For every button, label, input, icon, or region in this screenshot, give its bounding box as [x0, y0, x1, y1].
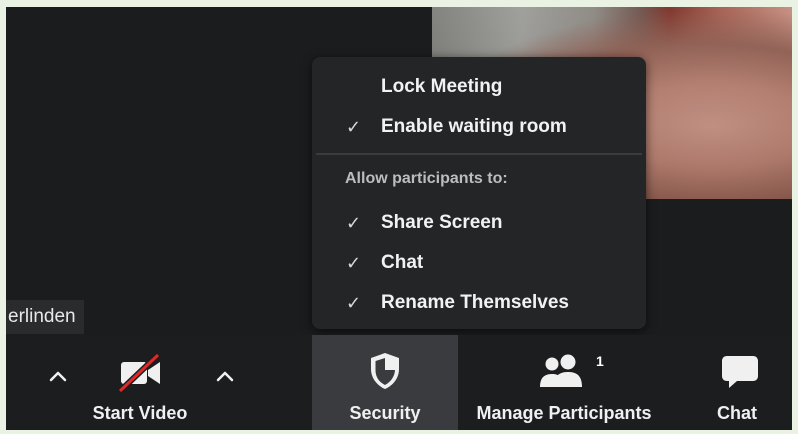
menu-item-label: Share Screen [381, 212, 503, 233]
menu-item-label: Chat [381, 252, 424, 273]
security-menu: Lock Meeting ✓ Enable waiting room Allow… [312, 57, 646, 329]
menu-item-chat[interactable]: ✓ Chat [312, 245, 646, 281]
section-title: Allow participants to: [345, 170, 508, 187]
menu-item-share-screen[interactable]: ✓ Share Screen [312, 205, 646, 241]
video-off-icon [117, 353, 161, 393]
chat-icon [722, 356, 758, 388]
menu-item-label: Rename Themselves [381, 292, 569, 313]
shield-icon [371, 353, 399, 389]
chat-label: Chat [717, 403, 757, 423]
checkmark-icon: ✓ [346, 293, 362, 313]
video-options-caret-icon[interactable] [213, 365, 237, 389]
start-video-label: Start Video [92, 403, 188, 423]
checkmark-icon: ✓ [346, 117, 362, 137]
menu-item-label: Enable waiting room [381, 116, 567, 137]
security-label: Security [349, 403, 421, 423]
menu-item-lock-meeting[interactable]: Lock Meeting [312, 69, 646, 105]
participant-name-label: erlinden [6, 300, 84, 334]
menu-item-rename-themselves[interactable]: ✓ Rename Themselves [312, 285, 646, 321]
meeting-window: erlinden Lock Meeting ✓ Enable waiting r… [6, 7, 792, 430]
menu-item-label: Lock Meeting [381, 76, 503, 97]
manage-participants-button[interactable]: 1 Manage Participants [458, 335, 670, 430]
checkmark-icon: ✓ [346, 253, 362, 273]
participant-name: erlinden [8, 306, 76, 327]
start-video-button[interactable]: Start Video [76, 335, 204, 430]
participants-icon [540, 354, 582, 387]
audio-options-caret-icon[interactable] [46, 365, 70, 389]
participants-count: 1 [596, 353, 604, 369]
security-button[interactable]: Security [312, 335, 458, 430]
menu-item-enable-waiting-room[interactable]: ✓ Enable waiting room [312, 109, 646, 145]
meeting-toolbar: Start Video Security 1 Manage Participan… [6, 335, 792, 430]
manage-participants-label: Manage Participants [476, 403, 652, 423]
checkmark-icon: ✓ [346, 213, 362, 233]
chat-button[interactable]: Chat [682, 335, 792, 430]
menu-divider [316, 153, 642, 155]
